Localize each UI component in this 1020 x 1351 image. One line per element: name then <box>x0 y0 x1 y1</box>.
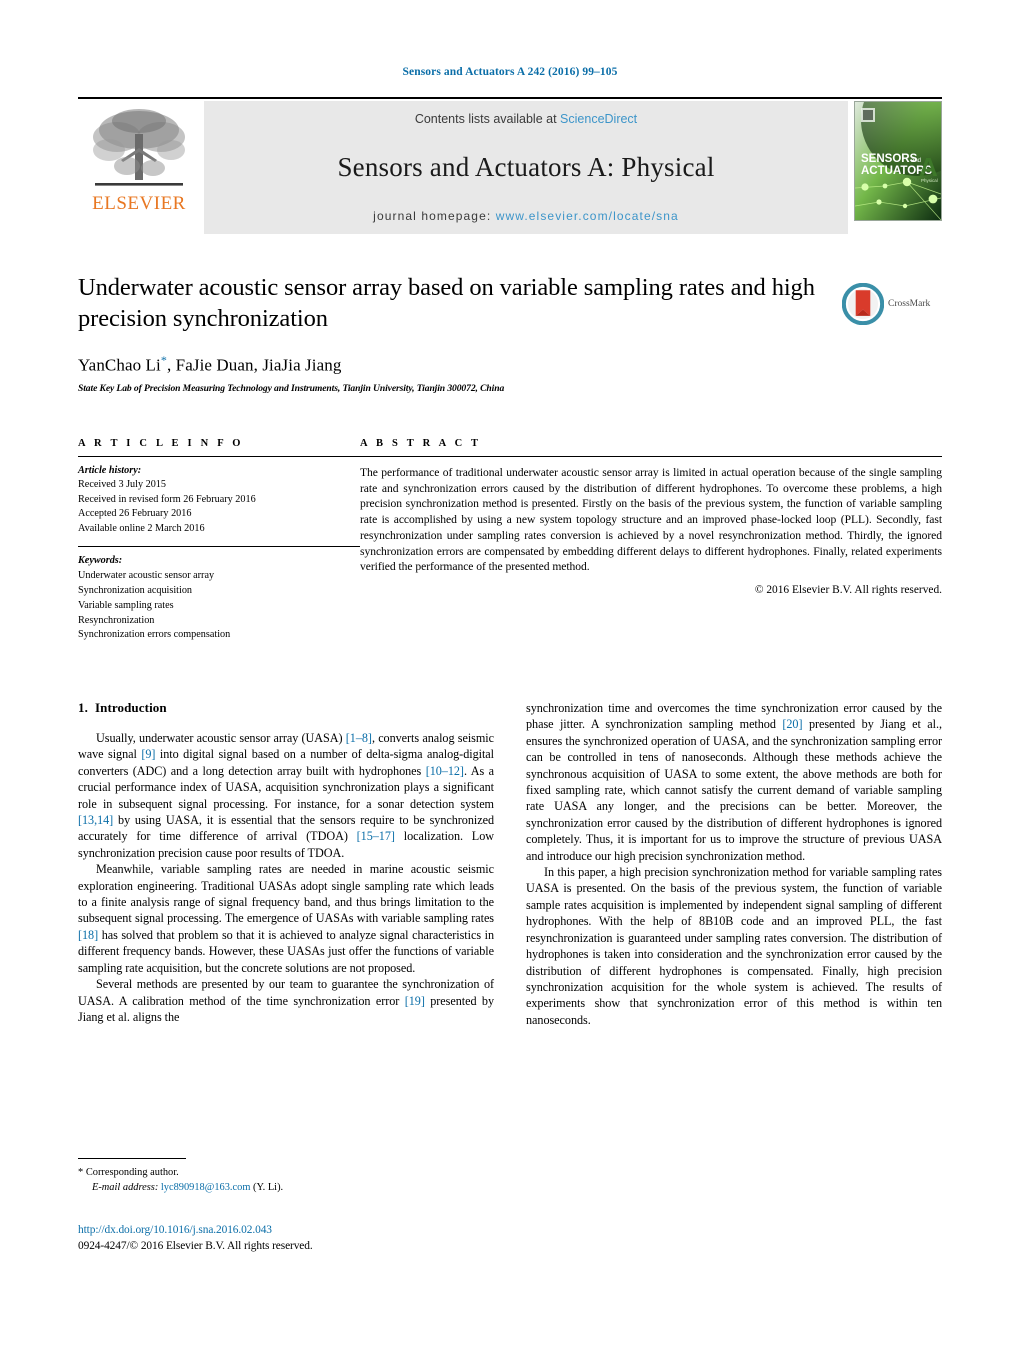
info-abstract-section: A R T I C L E I N F O Article history: R… <box>78 438 942 643</box>
email-line: E-mail address: lyc890918@163.com (Y. Li… <box>78 1180 494 1195</box>
abstract-heading: A B S T R A C T <box>360 438 482 449</box>
svg-text:Physical: Physical <box>921 178 938 183</box>
doi-block: http://dx.doi.org/10.1016/j.sna.2016.02.… <box>78 1224 578 1254</box>
keyword-item: Underwater acoustic sensor array <box>78 569 215 581</box>
citation-link[interactable]: [20] <box>782 717 802 731</box>
body-column-left: 1. Introduction Usually, underwater acous… <box>78 700 494 1028</box>
journal-cover-thumbnail: SENSORS and ACTUATORS A Physical <box>854 101 942 221</box>
paragraph-text: Usually, underwater acoustic sensor arra… <box>96 731 346 745</box>
body-columns: 1. Introduction Usually, underwater acous… <box>78 700 942 1028</box>
issn-copyright: 0924-4247/© 2016 Elsevier B.V. All right… <box>78 1240 313 1252</box>
corresponding-author-line: * Corresponding author. <box>78 1165 494 1180</box>
paragraph: Several methods are presented by our tea… <box>78 976 494 1025</box>
article-info-heading: A R T I C L E I N F O <box>78 438 244 449</box>
email-link[interactable]: lyc890918@163.com <box>161 1182 251 1193</box>
history-item: Available online 2 March 2016 <box>78 522 205 534</box>
article-info-column: A R T I C L E I N F O Article history: R… <box>78 438 360 643</box>
paragraph: Usually, underwater acoustic sensor arra… <box>78 730 494 861</box>
citation-link[interactable]: [19] <box>405 994 425 1008</box>
author-list: YanChao Li*, FaJie Duan, JiaJia Jiang <box>78 353 942 376</box>
paragraph-text: In this paper, a high precision synchron… <box>526 865 942 1027</box>
page-title: Underwater acoustic sensor array based o… <box>78 274 815 333</box>
affiliation: State Key Lab of Precision Measuring Tec… <box>78 383 505 395</box>
corresponding-author-text: Corresponding author. <box>85 1167 179 1178</box>
svg-text:SENSORS: SENSORS <box>861 153 918 165</box>
elsevier-logo: ELSEVIER <box>78 101 200 234</box>
citation-link[interactable]: [13,14] <box>78 813 113 827</box>
paragraph-text: presented by Jiang et al., ensures the s… <box>526 717 943 863</box>
contents-prefix: Contents lists available at <box>414 112 557 126</box>
journal-band: Contents lists available at ScienceDirec… <box>204 101 848 234</box>
title-block: Underwater acoustic sensor array based o… <box>78 272 942 394</box>
paragraph: Meanwhile, variable sampling rates are n… <box>78 861 494 976</box>
history-item: Accepted 26 February 2016 <box>78 508 192 520</box>
paragraph: synchronization time and overcomes the t… <box>526 700 942 864</box>
history-item: Received in revised form 26 February 201… <box>78 493 256 505</box>
section-heading-introduction: 1. Introduction <box>78 700 494 716</box>
elsevier-tree-icon <box>87 104 191 196</box>
article-history-label: Article history: <box>78 465 142 476</box>
paragraph: In this paper, a high precision synchron… <box>526 864 942 1028</box>
paragraph-text: has solved that problem so that it is ac… <box>78 927 494 975</box>
keyword-item: Variable sampling rates <box>78 599 174 611</box>
footnote-block: * Corresponding author. E-mail address: … <box>78 1158 494 1195</box>
citation-link[interactable]: [9] <box>141 747 155 761</box>
journal-homepage-line: journal homepage: www.elsevier.com/locat… <box>373 209 679 223</box>
section-number: 1. <box>78 700 88 715</box>
email-suffix: (Y. Li). <box>253 1182 284 1194</box>
citation-link[interactable]: [18] <box>78 928 98 942</box>
contents-lists-line: Contents lists available at ScienceDirec… <box>415 112 637 126</box>
paragraph-text: Meanwhile, variable sampling rates are n… <box>78 862 494 926</box>
keywords-label: Keywords: <box>78 555 123 567</box>
abstract-text: The performance of traditional underwate… <box>360 466 942 574</box>
journal-title: Sensors and Actuators A: Physical <box>337 152 715 182</box>
crossmark-label: CrossMark <box>888 299 931 309</box>
footnote-rule <box>78 1158 186 1159</box>
paper-page: Sensors and Actuators A 242 (2016) 99–10… <box>0 0 1020 1351</box>
abstract-copyright: © 2016 Elsevier B.V. All rights reserved… <box>754 583 942 596</box>
keyword-item: Resynchronization <box>78 614 155 626</box>
email-label: E-mail address: <box>92 1182 159 1194</box>
section-title-text: Introduction <box>94 700 167 715</box>
doi-link[interactable]: http://dx.doi.org/10.1016/j.sna.2016.02.… <box>78 1224 578 1236</box>
crossmark-icon <box>842 283 884 325</box>
journal-masthead: ELSEVIER Contents lists available at Sci… <box>78 97 942 234</box>
sciencedirect-link[interactable]: ScienceDirect <box>560 112 637 126</box>
citation-link[interactable]: [15–17] <box>357 829 395 843</box>
citation-link[interactable]: [10–12] <box>426 764 464 778</box>
author-primary: YanChao Li <box>78 355 161 375</box>
citation-link[interactable]: [1–8] <box>346 731 372 745</box>
keywords-group: Keywords: Underwater acoustic sensor arr… <box>78 547 360 643</box>
history-item: Received 3 July 2015 <box>78 479 166 491</box>
elsevier-wordmark: ELSEVIER <box>92 193 186 214</box>
running-head: Sensors and Actuators A 242 (2016) 99–10… <box>402 66 618 78</box>
corresponding-author-marker: * <box>78 1167 84 1178</box>
crossmark-badge[interactable]: CrossMark <box>842 280 942 328</box>
journal-homepage-link[interactable]: www.elsevier.com/locate/sna <box>496 209 679 223</box>
body-column-right: synchronization time and overcomes the t… <box>526 700 942 1028</box>
author-rest: , FaJie Duan, JiaJia Jiang <box>166 355 342 375</box>
keyword-item: Synchronization errors compensation <box>78 629 231 641</box>
homepage-prefix: journal homepage: <box>373 209 492 223</box>
article-history-group: Article history: Received 3 July 2015 Re… <box>78 457 360 536</box>
keyword-item: Synchronization acquisition <box>78 584 193 596</box>
abstract-column: A B S T R A C T The performance of tradi… <box>360 438 942 643</box>
